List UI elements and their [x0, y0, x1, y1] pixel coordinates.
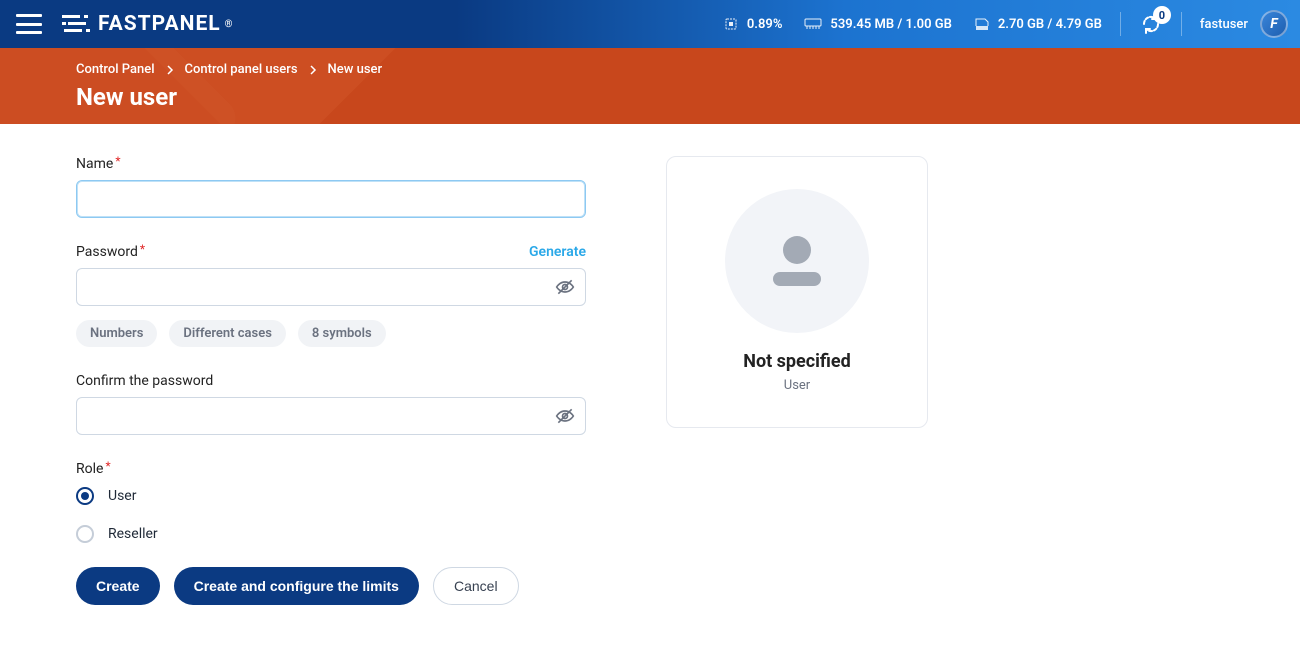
- topbar: FASTPANEL ® 0.89% 539.45 MB / 1.00 GB 2.…: [0, 0, 1300, 48]
- disk-icon: [974, 16, 990, 32]
- role-option-reseller[interactable]: Reseller: [76, 525, 586, 543]
- avatar-placeholder-icon: [725, 189, 869, 333]
- stat-ram-value: 539.45 MB / 1.00 GB: [830, 17, 951, 32]
- topbar-right: 0.89% 539.45 MB / 1.00 GB 2.70 GB / 4.79…: [701, 10, 1288, 38]
- field-password: Password* Generate Numbers Different cas…: [76, 244, 586, 347]
- password-hints: Numbers Different cases 8 symbols: [76, 320, 586, 347]
- page-header: Control Panel Control panel users New us…: [0, 48, 1300, 124]
- ram-icon: [804, 17, 822, 31]
- notification-count: 0: [1153, 6, 1171, 24]
- generate-password-link[interactable]: Generate: [529, 244, 586, 260]
- breadcrumb-item-new-user[interactable]: New user: [328, 62, 383, 77]
- eye-off-icon: [555, 277, 575, 297]
- create-configure-limits-button[interactable]: Create and configure the limits: [174, 567, 419, 605]
- role-user-label: User: [108, 488, 136, 504]
- notifications-button[interactable]: 0: [1139, 12, 1163, 36]
- toggle-password-visibility[interactable]: [550, 272, 580, 302]
- confirm-password-input[interactable]: [76, 397, 586, 435]
- hint-symbols: 8 symbols: [298, 320, 386, 347]
- radio-icon: [76, 487, 94, 505]
- username[interactable]: fastuser: [1200, 17, 1248, 32]
- chevron-right-icon: [308, 65, 318, 75]
- stat-disk-value: 2.70 GB / 4.79 GB: [998, 17, 1102, 32]
- avatar-initial: F: [1270, 16, 1277, 32]
- breadcrumb: Control Panel Control panel users New us…: [76, 62, 1300, 77]
- chevron-right-icon: [165, 65, 175, 75]
- card-role: User: [784, 378, 810, 393]
- hint-cases: Different cases: [169, 320, 285, 347]
- content: Name* Password* Generate Num: [0, 124, 1300, 635]
- card-name: Not specified: [743, 351, 851, 372]
- logo[interactable]: FASTPANEL ®: [62, 12, 234, 36]
- role-option-user[interactable]: User: [76, 487, 586, 505]
- profile-preview-card: Not specified User: [666, 156, 928, 428]
- field-role: Role* User Reseller: [76, 461, 586, 543]
- menu-button[interactable]: [16, 14, 42, 34]
- role-reseller-label: Reseller: [108, 526, 158, 542]
- profile-card-column: Not specified User: [666, 156, 928, 605]
- breadcrumb-item-control-panel[interactable]: Control Panel: [76, 62, 155, 77]
- logo-registered: ®: [225, 19, 234, 30]
- stat-ram[interactable]: 539.45 MB / 1.00 GB: [804, 17, 951, 32]
- radio-icon: [76, 525, 94, 543]
- toggle-confirm-visibility[interactable]: [550, 401, 580, 431]
- password-input[interactable]: [76, 268, 586, 306]
- cancel-button[interactable]: Cancel: [433, 567, 519, 605]
- form-actions: Create Create and configure the limits C…: [76, 567, 586, 605]
- role-label: Role*: [76, 461, 111, 477]
- name-label: Name*: [76, 156, 120, 172]
- create-button[interactable]: Create: [76, 567, 160, 605]
- cpu-icon: [723, 16, 739, 32]
- field-confirm: Confirm the password: [76, 373, 586, 435]
- name-input[interactable]: [76, 180, 586, 218]
- hint-numbers: Numbers: [76, 320, 157, 347]
- stat-cpu[interactable]: 0.89%: [723, 16, 783, 32]
- eye-off-icon: [555, 406, 575, 426]
- logo-icon: [62, 15, 92, 33]
- logo-text: FASTPANEL: [98, 12, 221, 36]
- form: Name* Password* Generate Num: [76, 156, 586, 605]
- password-label: Password*: [76, 244, 145, 260]
- field-name: Name*: [76, 156, 586, 218]
- stat-disk[interactable]: 2.70 GB / 4.79 GB: [974, 16, 1102, 32]
- stat-cpu-value: 0.89%: [747, 17, 783, 32]
- confirm-label: Confirm the password: [76, 373, 213, 389]
- page-title: New user: [76, 83, 1300, 111]
- breadcrumb-item-users[interactable]: Control panel users: [185, 62, 298, 77]
- user-avatar[interactable]: F: [1260, 10, 1288, 38]
